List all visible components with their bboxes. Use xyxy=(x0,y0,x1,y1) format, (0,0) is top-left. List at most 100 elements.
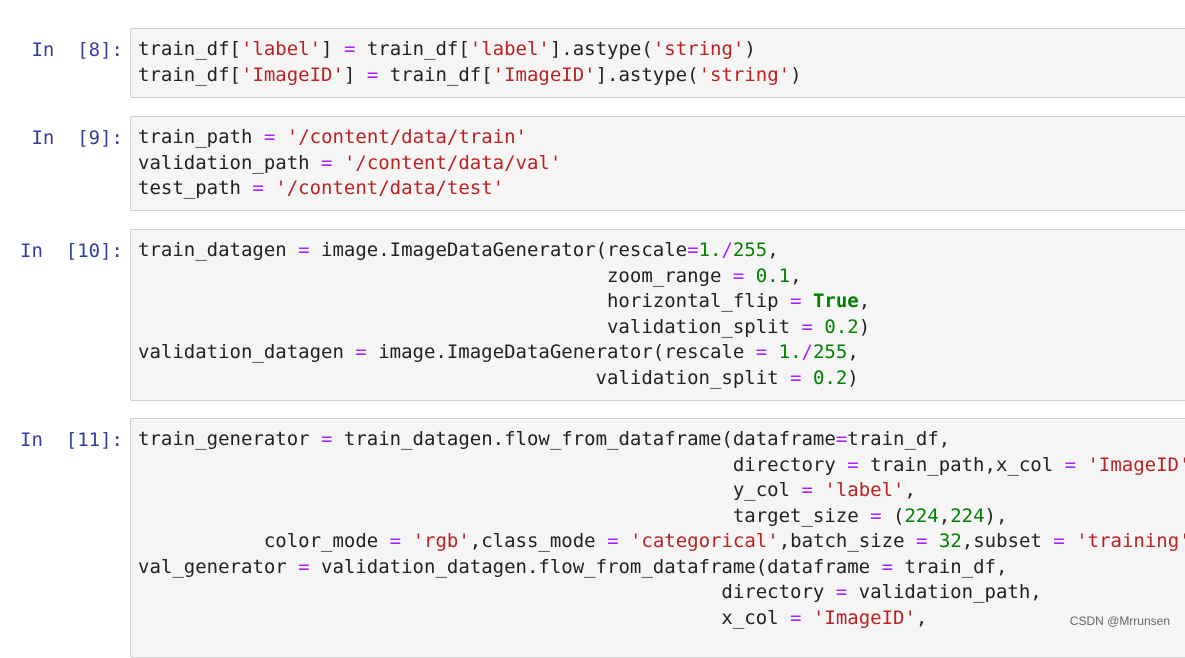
code-cell-9[interactable]: In [9]: train_path = '/content/data/trai… xyxy=(0,116,1185,211)
code-token: 255 xyxy=(812,341,848,363)
code-token: zoom_range xyxy=(138,264,733,287)
code-token: 'rgb' xyxy=(412,530,470,552)
code-token: train_path,x_col xyxy=(858,453,1065,476)
code-cell-10[interactable]: In [10]: train_datagen = image.ImageData… xyxy=(0,229,1185,401)
input-prompt: In [11]: xyxy=(20,429,123,451)
code-token: , xyxy=(904,479,916,501)
code-token: 1. xyxy=(778,341,802,363)
code-token: = xyxy=(870,504,882,527)
code-token: image.ImageDataGenerator(rescale xyxy=(366,341,756,363)
code-line: x_col = 'ImageID', xyxy=(138,606,1185,632)
code-line: train_df['label'] = train_df['label'].as… xyxy=(138,37,802,63)
code-token: = xyxy=(915,530,928,552)
code-token: '/content/data/train' xyxy=(286,126,527,148)
code-token: 224 xyxy=(950,504,985,527)
code-line: train_datagen = image.ImageDataGenerator… xyxy=(138,238,870,264)
code-token: True xyxy=(812,290,859,312)
code-token: train_generator xyxy=(138,428,322,450)
code-token: 'ImageID' xyxy=(812,606,916,629)
code-token: = xyxy=(389,530,402,552)
code-editor[interactable]: train_datagen = image.ImageDataGenerator… xyxy=(138,238,870,391)
code-token: , xyxy=(847,341,859,363)
code-token: = xyxy=(366,63,379,86)
input-prompt: In [10]: xyxy=(20,240,123,262)
code-token: ] xyxy=(321,38,344,60)
code-editor[interactable]: train_generator = train_datagen.flow_fro… xyxy=(138,427,1185,631)
code-line: validation_split = 0.2) xyxy=(138,366,870,392)
code-token: = xyxy=(298,555,310,578)
code-token: 1. xyxy=(698,239,722,261)
code-token: ].astype( xyxy=(549,38,653,60)
code-line: test_path = '/content/data/test' xyxy=(138,176,561,202)
code-token: 255 xyxy=(732,239,768,261)
code-line: directory = validation_path, xyxy=(138,580,1185,606)
code-token: color_mode xyxy=(138,530,390,552)
code-token: = xyxy=(847,453,859,476)
code-token: 'ImageID' xyxy=(1087,453,1185,476)
code-line: validation_datagen = image.ImageDataGene… xyxy=(138,340,870,366)
code-token: directory xyxy=(138,581,836,603)
code-token: = xyxy=(790,290,802,312)
code-token: target_size xyxy=(138,504,871,527)
code-line: y_col = 'label', xyxy=(138,478,1185,504)
code-token: 'training' xyxy=(1076,530,1185,552)
code-token: y_col xyxy=(138,479,802,501)
code-token: ) xyxy=(858,315,871,338)
code-token: train_path xyxy=(138,126,264,148)
code-token: = xyxy=(321,151,333,174)
code-cell-11[interactable]: In [11]: train_generator = train_datagen… xyxy=(0,418,1185,658)
code-token: test_path xyxy=(138,177,253,199)
code-token: = xyxy=(835,581,848,603)
code-token: train_df[ xyxy=(355,38,470,60)
code-token: image.ImageDataGenerator(rescale xyxy=(309,239,688,261)
code-token: 'string' xyxy=(698,63,791,86)
code-line: validation_split = 0.2) xyxy=(138,315,870,341)
code-token: = xyxy=(252,177,264,199)
code-token: validation_datagen xyxy=(138,341,356,363)
code-token: 32 xyxy=(938,530,962,552)
code-token: ,class_mode xyxy=(469,530,608,552)
input-prompt: In [9]: xyxy=(31,127,123,149)
code-token: validation_datagen.flow_from_dataframe(d… xyxy=(309,555,882,578)
code-token: train_df, xyxy=(893,555,1008,578)
code-line: train_generator = train_datagen.flow_fro… xyxy=(138,427,1185,453)
code-token: = xyxy=(755,341,768,363)
code-token: , xyxy=(938,504,951,527)
code-line: color_mode = 'rgb',class_mode = 'categor… xyxy=(138,529,1185,555)
code-cell-8[interactable]: In [8]: train_df['label'] = train_df['la… xyxy=(0,28,1185,98)
code-token: , xyxy=(858,290,871,312)
code-token: , xyxy=(767,239,779,261)
code-token: = xyxy=(687,239,699,261)
code-token: = xyxy=(1064,453,1077,476)
code-editor[interactable]: train_path = '/content/data/train' valida… xyxy=(138,125,561,202)
code-token: 'label' xyxy=(824,479,905,501)
code-token: train_datagen.flow_from_dataframe(datafr… xyxy=(332,428,836,450)
code-token: = xyxy=(321,428,333,450)
code-token: ,subset xyxy=(961,530,1054,552)
code-token: = xyxy=(790,366,802,389)
code-token: 'label' xyxy=(469,38,550,60)
code-token: x_col xyxy=(138,606,791,629)
code-token: 'ImageID' xyxy=(240,63,344,86)
code-token: 'ImageID' xyxy=(492,63,596,86)
code-token: val_generator xyxy=(138,555,299,578)
code-token: , xyxy=(790,264,802,287)
code-token: ) xyxy=(790,63,802,86)
code-editor[interactable]: train_df['label'] = train_df['label'].as… xyxy=(138,37,802,88)
code-token: = xyxy=(1053,530,1065,552)
code-token: train_df[ xyxy=(378,63,493,86)
code-line: horizontal_flip = True, xyxy=(138,289,870,315)
code-token: train_df, xyxy=(847,428,951,450)
